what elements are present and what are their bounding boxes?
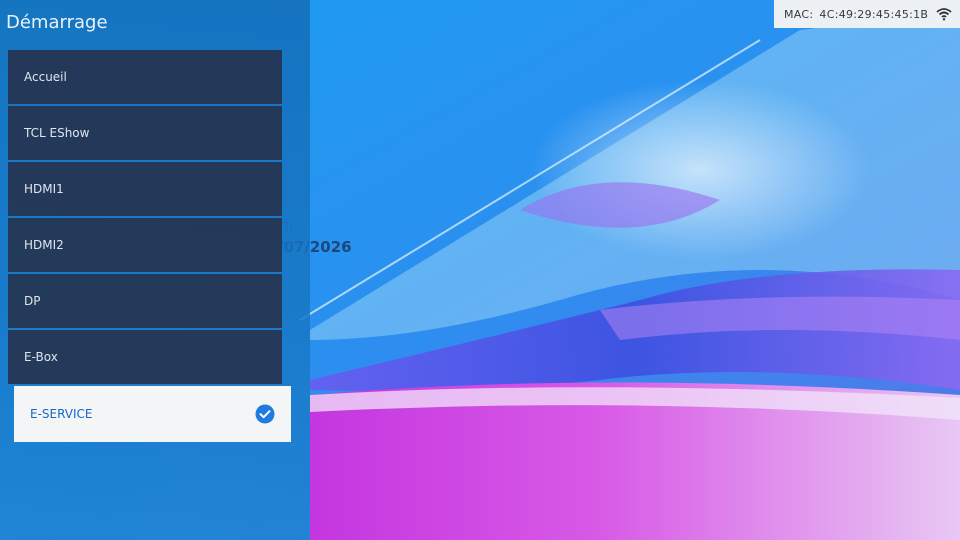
panel-title: Démarrage — [6, 12, 108, 33]
menu-item-label: E-SERVICE — [30, 407, 93, 421]
check-circle-icon — [255, 404, 275, 424]
menu-item-hdmi1[interactable]: HDMI1 — [8, 162, 282, 216]
wifi-icon — [936, 8, 952, 21]
menu-item-hdmi2[interactable]: HDMI2 — [8, 218, 282, 272]
menu-item-label: E-Box — [24, 350, 58, 364]
status-bar: MAC: 4C:49:29:45:45:1B — [774, 0, 960, 28]
startup-source-panel: Démarrage Accueil TCL EShow HDMI1 HDMI2 … — [0, 0, 310, 540]
menu-item-label: Accueil — [24, 70, 67, 84]
menu-item-label: HDMI1 — [24, 182, 64, 196]
tv-screen: di /07/2026 MAC: 4C:49:29:45:45:1B Démar… — [0, 0, 960, 540]
menu-item-label: HDMI2 — [24, 238, 64, 252]
menu-item-tcl-eshow[interactable]: TCL EShow — [8, 106, 282, 160]
menu-item-dp[interactable]: DP — [8, 274, 282, 328]
mac-address: 4C:49:29:45:45:1B — [819, 7, 929, 21]
mac-label: MAC: — [784, 7, 814, 21]
source-menu: Accueil TCL EShow HDMI1 HDMI2 DP E-Box E… — [8, 50, 291, 444]
menu-item-label: DP — [24, 294, 41, 308]
menu-item-label: TCL EShow — [24, 126, 90, 140]
menu-item-e-service[interactable]: E-SERVICE — [14, 386, 291, 442]
menu-item-e-box[interactable]: E-Box — [8, 330, 282, 384]
menu-item-accueil[interactable]: Accueil — [8, 50, 282, 104]
